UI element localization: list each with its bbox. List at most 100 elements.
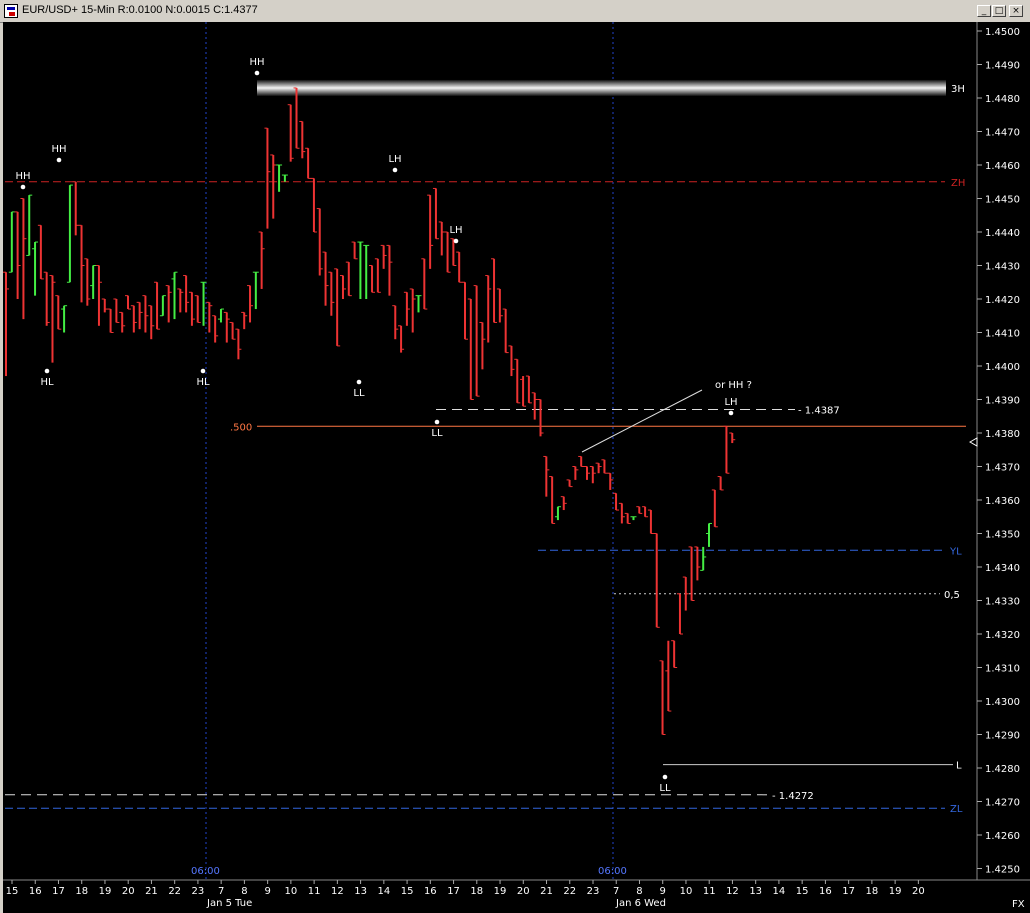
swing-label: LL xyxy=(431,428,443,439)
y-tick-label: 1.4500 xyxy=(985,27,1020,38)
swing-label: HL xyxy=(196,377,210,388)
swing-dot xyxy=(356,379,362,385)
swing-dot xyxy=(44,368,50,374)
x-tick-label: 16 xyxy=(819,886,832,897)
level-l-label: L xyxy=(956,761,962,772)
x-tick-label: 10 xyxy=(680,886,693,897)
date-label-jan5: Jan 5 Tue xyxy=(206,898,252,909)
x-tick-label: 20 xyxy=(122,886,135,897)
x-tick-label: 10 xyxy=(285,886,298,897)
x-tick-label: 14 xyxy=(773,886,786,897)
swing-label: LL xyxy=(659,783,671,794)
y-tick-label: 1.4300 xyxy=(985,697,1020,708)
swing-label: HH xyxy=(249,57,264,68)
chart-app-icon xyxy=(4,4,18,18)
x-tick-label: 8 xyxy=(636,886,642,897)
swing-label: LH xyxy=(449,225,462,236)
swing-label: LH xyxy=(388,154,401,165)
y-tick-label: 1.4450 xyxy=(985,195,1020,206)
x-tick-label: 17 xyxy=(447,886,460,897)
x-tick-label: 8 xyxy=(241,886,247,897)
x-tick-label: 17 xyxy=(52,886,65,897)
level-yl-label: YL xyxy=(949,546,962,557)
y-tick-label: 1.4480 xyxy=(985,94,1020,105)
x-tick-label: 22 xyxy=(168,886,181,897)
y-tick-label: 1.4490 xyxy=(985,61,1020,72)
x-tick-label: 20 xyxy=(912,886,925,897)
x-tick-label: 18 xyxy=(470,886,483,897)
x-tick-label: 19 xyxy=(889,886,902,897)
swing-label: HH xyxy=(51,144,66,155)
y-tick-label: 1.4460 xyxy=(985,161,1020,172)
y-tick-label: 1.4250 xyxy=(985,865,1020,876)
x-tick-label: 15 xyxy=(796,886,809,897)
x-tick-label: 23 xyxy=(192,886,205,897)
swing-dot xyxy=(20,184,26,190)
minimize-button[interactable]: _ xyxy=(977,5,991,17)
x-tick-label: 12 xyxy=(726,886,739,897)
swing-label: LH xyxy=(724,397,737,408)
close-button[interactable]: × xyxy=(1009,5,1023,17)
x-tick-label: 21 xyxy=(540,886,553,897)
x-tick-label: 19 xyxy=(99,886,112,897)
y-tick-label: 1.4350 xyxy=(985,530,1020,541)
swing-dot xyxy=(392,167,398,173)
x-tick-label: 15 xyxy=(6,886,19,897)
x-tick-label: 22 xyxy=(563,886,576,897)
price-axis xyxy=(977,22,1030,880)
y-tick-label: 1.4380 xyxy=(985,429,1020,440)
swing-dot xyxy=(200,368,206,374)
x-tick-label: 11 xyxy=(703,886,716,897)
swing-label: LL xyxy=(353,388,365,399)
level-3h-bar xyxy=(257,79,946,96)
x-tick-label: 14 xyxy=(377,886,390,897)
x-tick-label: 9 xyxy=(660,886,666,897)
y-tick-label: 1.4410 xyxy=(985,329,1020,340)
x-tick-label: 7 xyxy=(218,886,224,897)
y-tick-label: 1.4470 xyxy=(985,128,1020,139)
x-tick-label: 9 xyxy=(264,886,270,897)
level-resist-label: - 1.4387 xyxy=(798,406,840,417)
x-tick-label: 16 xyxy=(29,886,42,897)
y-tick-label: 1.4330 xyxy=(985,597,1020,608)
y-tick-label: 1.4340 xyxy=(985,563,1020,574)
y-tick-label: 1.4390 xyxy=(985,396,1020,407)
y-tick-label: 1.4290 xyxy=(985,731,1020,742)
swing-dot xyxy=(662,774,668,780)
instrument-type-label: FX xyxy=(1012,899,1025,910)
x-tick-label: 18 xyxy=(75,886,88,897)
maximize-button[interactable]: □ xyxy=(992,5,1006,17)
x-tick-label: 19 xyxy=(494,886,507,897)
level-half-label: 0,5 xyxy=(944,590,960,601)
date-label-jan6: Jan 6 Wed xyxy=(615,898,666,909)
window-title: EUR/USD+ 15-Min R:0.0100 N:0.0015 C:1.43… xyxy=(22,4,258,16)
plot-area xyxy=(3,22,977,880)
x-tick-label: 21 xyxy=(145,886,158,897)
y-tick-label: 1.4270 xyxy=(985,798,1020,809)
y-tick-label: 1.4360 xyxy=(985,496,1020,507)
time-mark-2: 06:00 xyxy=(598,866,627,877)
x-tick-label: 23 xyxy=(587,886,600,897)
level-zh-label: ZH xyxy=(951,178,965,189)
annotation-text: or HH ? xyxy=(715,380,752,391)
x-tick-label: 11 xyxy=(308,886,321,897)
x-tick-label: 7 xyxy=(613,886,619,897)
chart-window: EUR/USD+ 15-Min R:0.0100 N:0.0015 C:1.43… xyxy=(0,0,1030,913)
time-mark-1: 06:00 xyxy=(191,866,220,877)
x-tick-label: 12 xyxy=(331,886,344,897)
x-tick-label: 13 xyxy=(749,886,762,897)
x-tick-label: 13 xyxy=(354,886,367,897)
swing-dot xyxy=(453,238,459,244)
y-tick-label: 1.4420 xyxy=(985,295,1020,306)
y-tick-label: 1.4400 xyxy=(985,362,1020,373)
y-tick-label: 1.4370 xyxy=(985,463,1020,474)
swing-label: HH xyxy=(15,171,30,182)
level-3h-label: 3H xyxy=(951,84,965,95)
swing-dot xyxy=(56,157,62,163)
level-zl-label: ZL xyxy=(950,804,963,815)
price-chart[interactable]: 3H ZH .500 - 1.4387 YL 0,5 L - 1.4272 ZL HH HH HL H… xyxy=(0,22,1030,913)
y-tick-label: 1.4440 xyxy=(985,228,1020,239)
level-fib-label: .500 xyxy=(230,422,252,433)
swing-dot xyxy=(728,410,734,416)
title-bar[interactable]: EUR/USD+ 15-Min R:0.0100 N:0.0015 C:1.43… xyxy=(0,0,1030,23)
